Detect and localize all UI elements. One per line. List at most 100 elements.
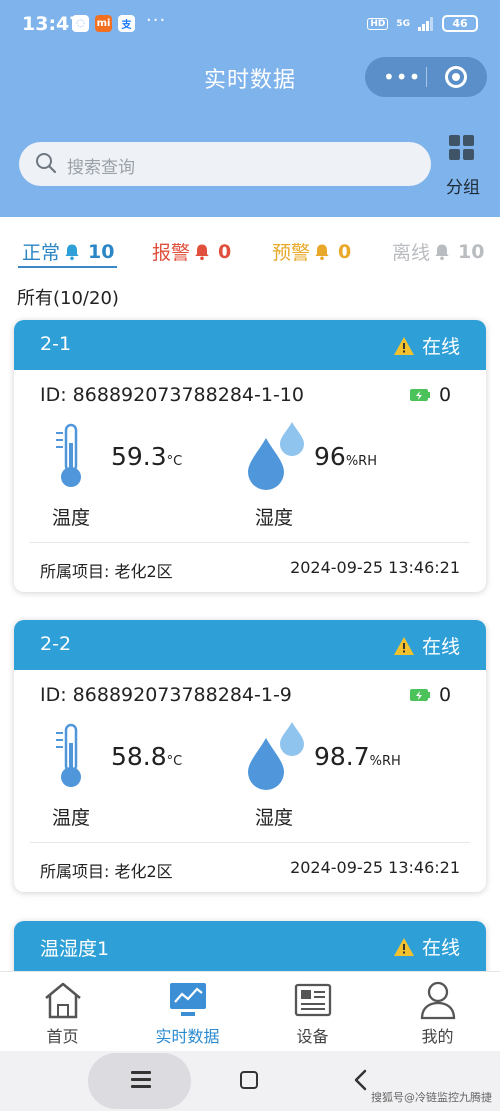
online-status: 在线 [393,933,460,960]
tab-normal[interactable]: 正常 10 [22,238,114,265]
group-label: 分组 [446,178,480,198]
tab-alarm[interactable]: 报警 0 [152,238,231,265]
bottom-tab-bar: 首页 实时数据 设备 我的 [0,971,500,1051]
tab-underline [18,266,117,268]
status-more-icon: ··· [146,10,167,31]
humidity-value: 98.7%RH [314,742,401,771]
warning-icon [393,937,414,956]
device-id: ID: 868892073788284-1-9 [40,684,292,706]
header: 13:47 ◌ mi 支 ··· HD 5G 46 实时数据 ••• 搜索查询 … [0,0,500,217]
humidity-label: 湿度 [255,507,294,529]
tab-offline[interactable]: 离线 10 [392,238,484,265]
status-right: HD 5G 46 [367,15,478,32]
card-divider [30,542,470,543]
humidity-icon [248,722,304,790]
device-list-icon [294,983,332,1017]
hd-icon: HD [367,17,389,30]
battery-count: 0 [439,684,452,706]
temperature-value: 58.8°C [111,742,183,771]
bell-icon [315,244,329,260]
tab-home[interactable]: 首页 [0,972,125,1052]
tab-label: 我的 [421,1027,454,1046]
battery-indicator: 46 [442,15,478,32]
grid-icon [449,135,475,161]
thermometer-icon [56,423,81,487]
tab-label: 设备 [296,1027,329,1046]
tab-count: 10 [88,240,115,263]
battery-icon [410,689,430,701]
watermark-text: 搜狐号@冷链监控九腾捷 [371,1091,492,1104]
temperature-label: 温度 [52,807,91,829]
alipay-app-icon: 支 [118,15,135,32]
temperature-value: 59.3°C [111,442,183,471]
more-options-button[interactable]: ••• [383,65,421,89]
humidity-label: 湿度 [255,807,294,829]
signal-icon [418,16,433,31]
update-time: 2024-09-25 13:46:21 [290,558,460,577]
search-input[interactable]: 搜索查询 [19,142,431,186]
device-id: ID: 868892073788284-1-10 [40,384,304,406]
card-header: 温湿度1 在线 [14,921,486,971]
group-button[interactable]: 分组 [440,132,486,198]
project-label: 所属项目: 老化2区 [40,862,173,881]
tab-label: 正常 [22,242,61,264]
tab-label: 报警 [152,242,191,264]
miniprogram-capsule: ••• [365,57,487,97]
card-header: 2-1 在线 [14,320,486,370]
status-bar: 13:47 ◌ mi 支 ··· HD 5G 46 [0,0,500,50]
project-label: 所属项目: 老化2区 [40,562,173,581]
bell-icon [435,244,449,260]
update-time: 2024-09-25 13:46:21 [290,858,460,877]
battery-count: 0 [439,384,452,406]
device-name: 温湿度1 [40,938,110,960]
tab-count: 0 [218,240,232,263]
humidity-icon [248,422,304,490]
tab-label: 实时数据 [155,1027,220,1046]
temperature-label: 温度 [52,507,91,529]
warning-icon [393,336,414,355]
bell-icon [65,244,79,260]
capsule-divider [426,67,427,87]
tab-label: 预警 [272,242,311,264]
app-notification-icon: ◌ [72,15,89,32]
system-nav-bar: 搜狐号@冷链监控九腾捷 [0,1051,500,1111]
back-icon[interactable] [352,1069,370,1091]
all-count-label: 所有(10/20) [17,288,119,309]
home-icon [45,982,81,1019]
tab-mine[interactable]: 我的 [375,972,500,1052]
tab-count: 10 [458,240,485,263]
card-header: 2-2 在线 [14,620,486,670]
device-card[interactable]: 2-1 在线 ID: 868892073788284-1-10 0 59.3°C… [14,320,486,592]
device-name: 2-2 [40,633,72,655]
status-text: 在线 [421,636,460,658]
tab-warning[interactable]: 预警 0 [272,238,351,265]
device-name: 2-1 [40,333,72,355]
status-text: 在线 [421,336,460,358]
close-miniprogram-button[interactable] [445,66,467,88]
search-icon [36,153,57,174]
card-divider [30,842,470,843]
status-tabs: 正常 10 报警 0 预警 0 离线 10 [0,232,500,272]
battery-icon [410,389,430,401]
monitor-chart-icon [170,983,206,1016]
thermometer-icon [56,723,81,787]
tab-label: 离线 [392,242,431,264]
online-status: 在线 [393,632,460,659]
menu-icon[interactable] [131,1071,151,1088]
warning-icon [393,636,414,655]
bell-icon [195,244,209,260]
status-text: 在线 [421,937,460,959]
network-label: 5G [396,18,410,29]
tab-realtime[interactable]: 实时数据 [125,972,250,1052]
device-card[interactable]: 2-2 在线 ID: 868892073788284-1-9 0 58.8°C … [14,620,486,892]
online-status: 在线 [393,332,460,359]
user-icon [420,981,456,1020]
humidity-value: 96%RH [314,442,377,471]
mi-app-icon: mi [95,15,112,32]
tab-label: 首页 [46,1027,79,1046]
tab-device[interactable]: 设备 [250,972,375,1052]
status-app-icons: ◌ mi 支 [72,15,135,32]
home-square-icon[interactable] [240,1071,258,1089]
search-placeholder: 搜索查询 [67,158,135,178]
tab-count: 0 [338,240,352,263]
